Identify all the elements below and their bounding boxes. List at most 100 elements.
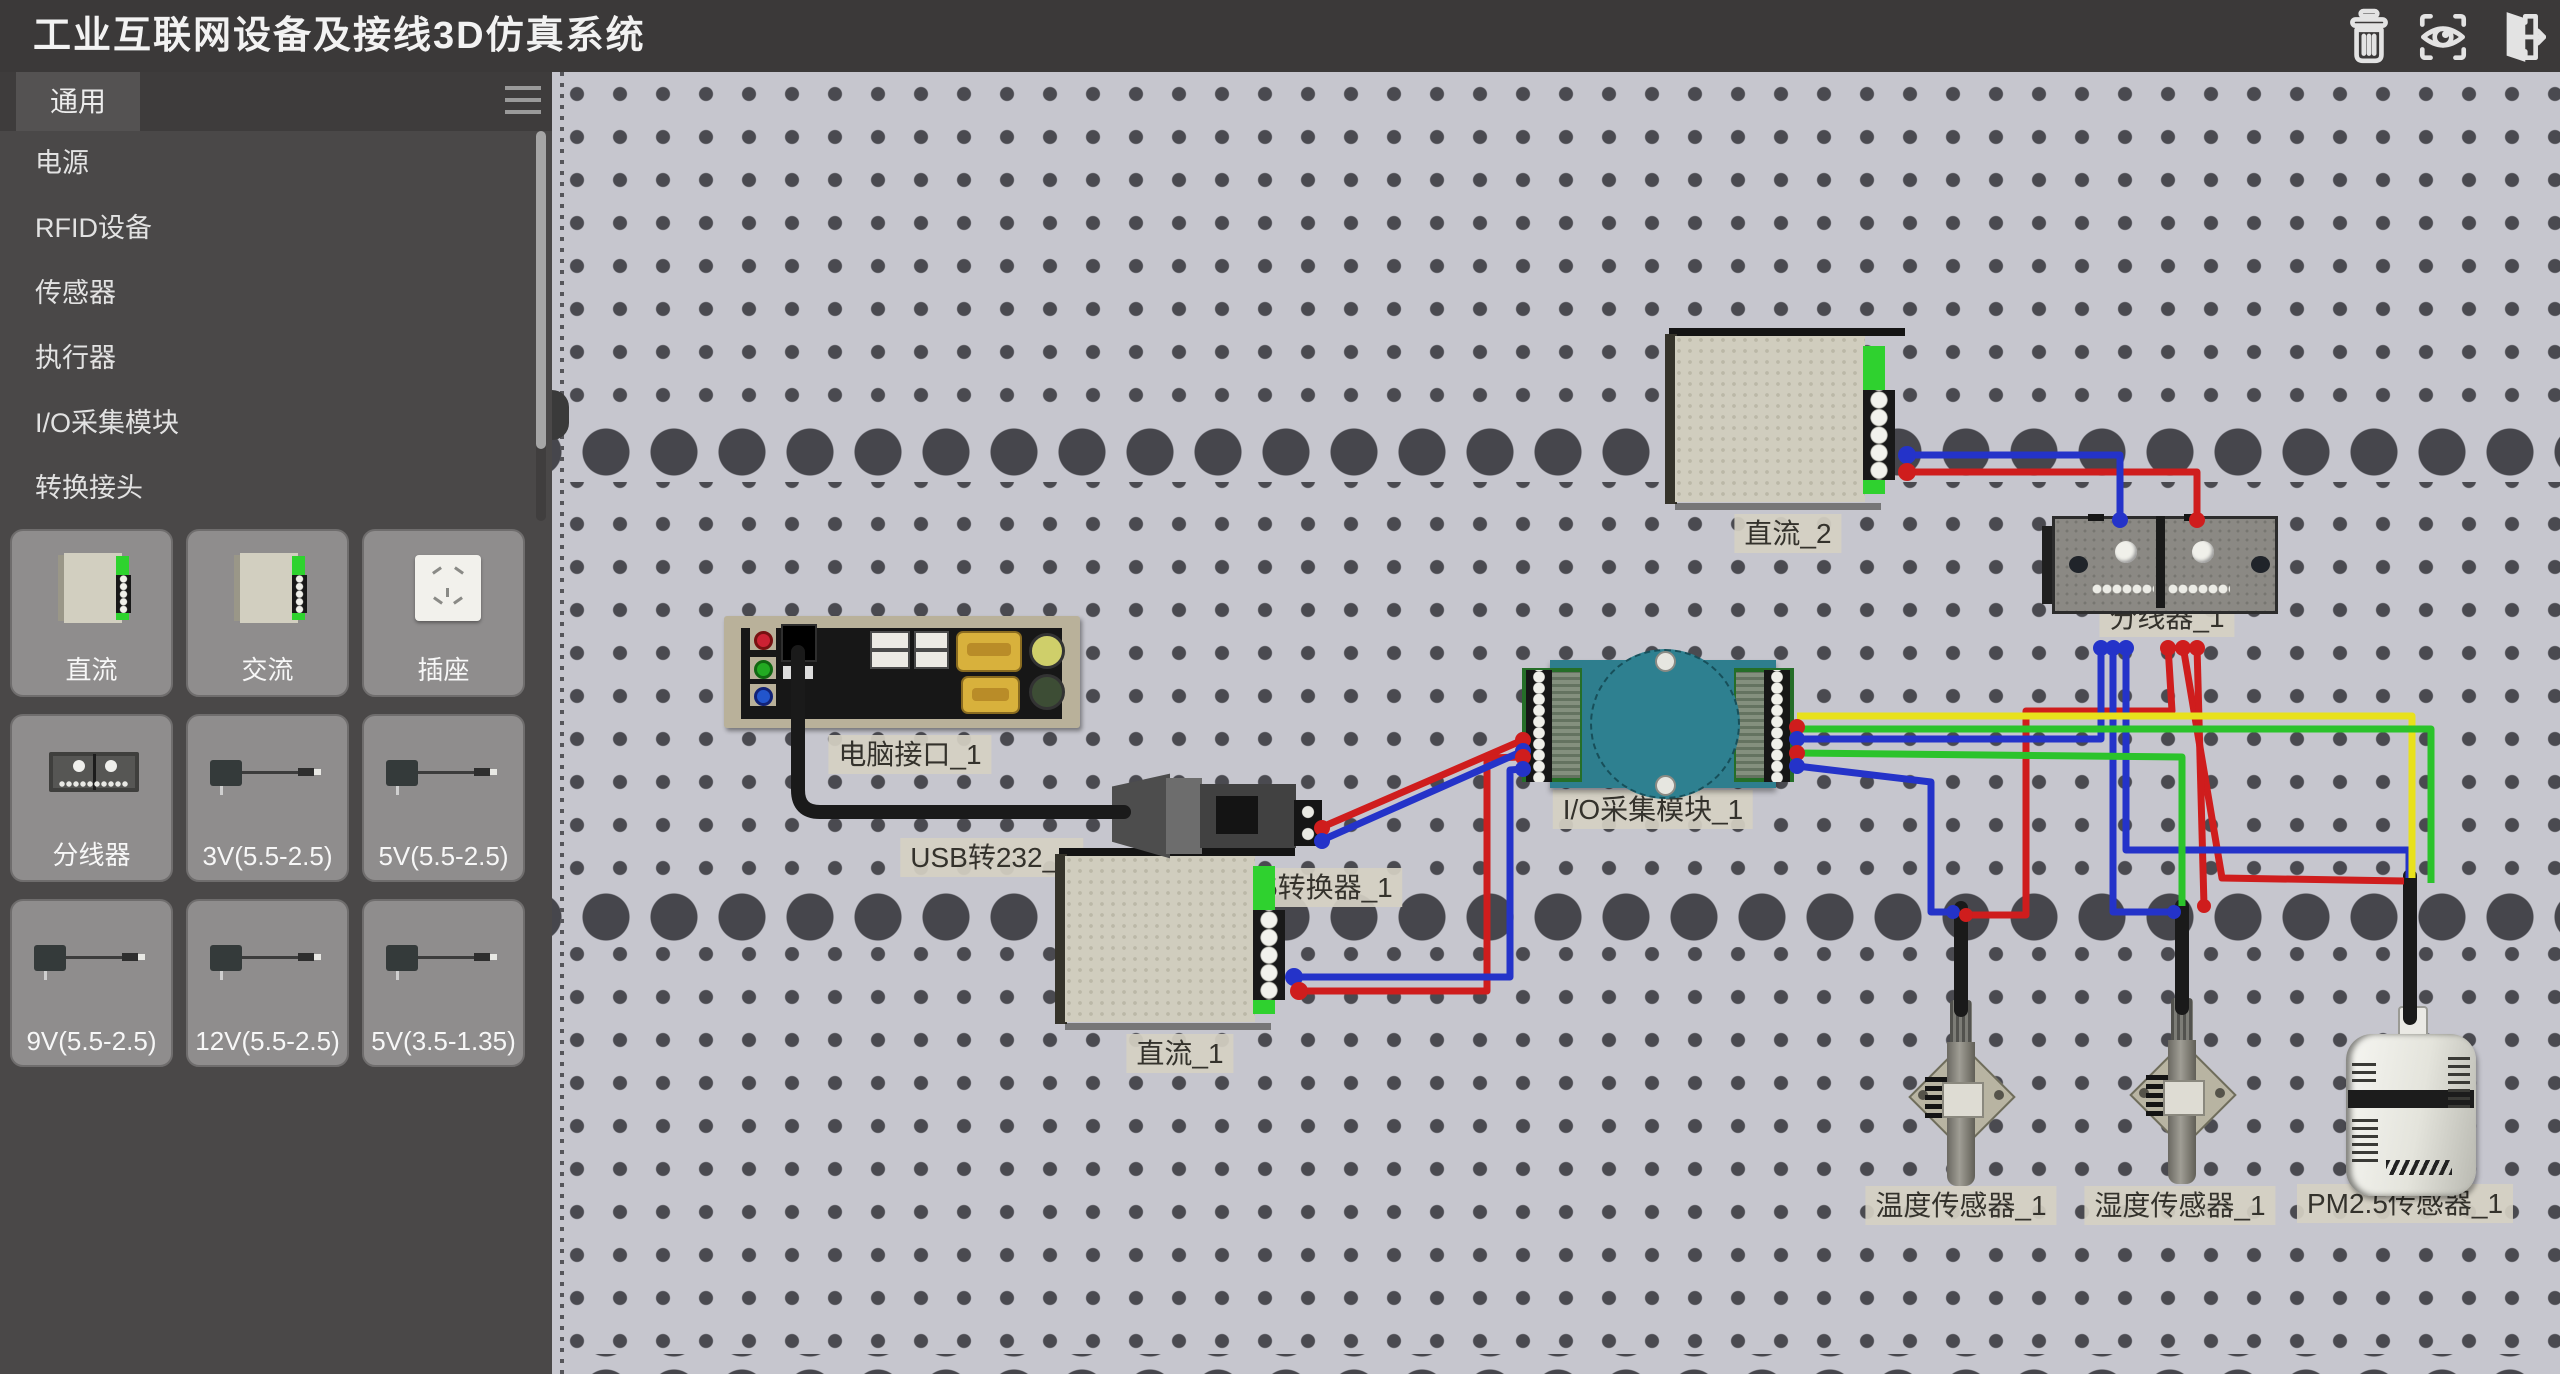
title-bar: 工业互联网设备及接线3D仿真系统 [0, 0, 2560, 72]
rs-terminal-block [1294, 800, 1322, 846]
device-io-module[interactable] [1513, 648, 1803, 798]
sidebar-scrollbar [536, 131, 546, 521]
menu-item-adapters[interactable]: 转换接头 [0, 456, 552, 521]
sidebar-edge-dots [560, 72, 564, 1374]
menu-item-sensors[interactable]: 传感器 [0, 261, 552, 326]
pm-vent [2352, 1114, 2378, 1162]
pc-audio-port-red [754, 631, 773, 650]
category-menu: 电源 RFID设备 传感器 执行器 I/O采集模块 转换接头 [0, 131, 552, 521]
menu-item-io-module[interactable]: I/O采集模块 [0, 391, 552, 456]
palette-item-dc[interactable]: 直流 [10, 529, 173, 697]
io-screw-bottom [1655, 775, 1676, 796]
palette-item-label: 分线器 [12, 835, 171, 872]
pc-usb-plug [781, 624, 817, 662]
device-rs232-485-converter[interactable] [1112, 770, 1324, 862]
exit-icon[interactable] [2488, 8, 2546, 66]
palette-item-splitter[interactable]: 分线器 [10, 714, 173, 882]
splitter-hole [2069, 556, 2088, 573]
pegboard-hole-band [552, 422, 2560, 482]
preview-eye-icon[interactable] [2414, 8, 2472, 66]
palette-item-ac[interactable]: 交流 [186, 529, 349, 697]
tab-general[interactable]: 通用 [16, 72, 140, 131]
io-left-terminals [1526, 670, 1552, 782]
palette-item-label: 交流 [188, 650, 347, 687]
dc-terminal-block [1863, 390, 1895, 480]
dc-terminal-block [1253, 910, 1285, 1000]
rs-plate [1166, 778, 1202, 854]
sidebar-scrollbar-thumb[interactable] [536, 131, 546, 449]
device-label-dc2: 直流_2 [1734, 514, 1841, 553]
pm-vent [2448, 1054, 2470, 1108]
pc-usb-port [870, 631, 910, 650]
dc-board-thumbnail [12, 531, 171, 649]
io-right-texture [1736, 672, 1764, 778]
rs-black-square [1216, 796, 1258, 834]
device-humidity-sensor[interactable] [2130, 996, 2234, 1188]
palette-item-label: 9V(5.5-2.5) [12, 1026, 171, 1057]
dc-top-edge [1669, 328, 1905, 336]
dc-body [1675, 336, 1865, 502]
palette-item-9v-adapter[interactable]: 9V(5.5-2.5) [10, 899, 173, 1067]
palette-item-socket[interactable]: 插座 [362, 529, 525, 697]
pc-audio-port-blue [754, 687, 773, 706]
device-pc-interface[interactable] [724, 616, 1080, 728]
pm-bottom-vent [2386, 1160, 2452, 1175]
device-dc-power-2[interactable] [1665, 328, 1905, 510]
palette-item-5v-small-adapter[interactable]: 5V(3.5-1.35) [362, 899, 525, 1067]
device-pm25-sensor[interactable] [2342, 1002, 2482, 1198]
io-right-terminals [1764, 670, 1790, 782]
menu-item-actuators[interactable]: 执行器 [0, 326, 552, 391]
palette-item-label: 5V(3.5-1.35) [364, 1026, 523, 1057]
device-label-pc: 电脑接口_1 [828, 735, 991, 774]
pc-usb-slot [783, 666, 813, 679]
pc-usb-port [914, 631, 949, 650]
rs-hood [1112, 770, 1170, 862]
pc-usb-port [870, 650, 910, 669]
app-root: 直流_2 电脑接口_1 USB转232_1 RS232转485转换器_1 I/O… [0, 0, 2560, 1374]
sidebar-panel: 通用 电源 RFID设备 传感器 执行器 I/O采集模块 转换接头 直流 [0, 72, 552, 1374]
palette-item-5v-adapter[interactable]: 5V(5.5-2.5) [362, 714, 525, 882]
device-label-temp: 温度传感器_1 [1865, 1186, 2056, 1225]
adapter-thumbnail [364, 716, 523, 834]
device-temperature-sensor[interactable] [1909, 998, 2013, 1190]
splitter-thumbnail [12, 716, 171, 834]
adapter-thumbnail [12, 901, 171, 1019]
adapter-thumbnail [188, 901, 347, 1019]
palette-item-12v-adapter[interactable]: 12V(5.5-2.5) [186, 899, 349, 1067]
palette-item-3v-adapter[interactable]: 3V(5.5-2.5) [186, 714, 349, 882]
menu-item-rfid[interactable]: RFID设备 [0, 196, 552, 261]
pm-vent [2352, 1060, 2376, 1082]
sensor-ribbed-top [2171, 998, 2193, 1044]
sensor-clamp [1942, 1082, 1984, 1118]
dc-bottom-shadow [1675, 503, 1881, 510]
pc-round-port-green [1029, 674, 1065, 710]
palette-item-label: 5V(5.5-2.5) [364, 841, 523, 872]
sensor-clamp [2163, 1080, 2205, 1116]
pegboard-hole-band [552, 1354, 2560, 1374]
trash-icon[interactable] [2340, 8, 2398, 66]
splitter-terminal-dots [2092, 584, 2154, 594]
adapter-thumbnail [188, 716, 347, 834]
palette-item-label: 直流 [12, 650, 171, 687]
dc-bottom-shadow [1065, 1023, 1271, 1030]
hamburger-menu-icon[interactable] [505, 86, 541, 116]
palette-item-label: 3V(5.5-2.5) [188, 841, 347, 872]
adapter-thumbnail [364, 901, 523, 1019]
pc-audio-port-green [754, 660, 773, 679]
menu-item-power[interactable]: 电源 [0, 131, 552, 196]
device-label-hum: 湿度传感器_1 [2084, 1186, 2275, 1225]
splitter-notch [2088, 514, 2104, 521]
splitter-knob [2115, 541, 2137, 563]
device-label-dc1: 直流_1 [1126, 1034, 1233, 1073]
socket-thumbnail [364, 531, 523, 649]
pc-serial-port [961, 676, 1020, 714]
splitter-hole [2251, 556, 2270, 573]
device-splitter[interactable] [2042, 512, 2282, 617]
device-dc-power-1[interactable] [1055, 848, 1295, 1030]
sensor-mount-hole [2215, 1088, 2225, 1098]
sensor-ribbed-top [1950, 1000, 1972, 1046]
app-title: 工业互联网设备及接线3D仿真系统 [33, 0, 646, 72]
splitter-notch [2184, 514, 2200, 521]
splitter-divider [2156, 516, 2165, 608]
io-screw-top [1655, 651, 1676, 672]
